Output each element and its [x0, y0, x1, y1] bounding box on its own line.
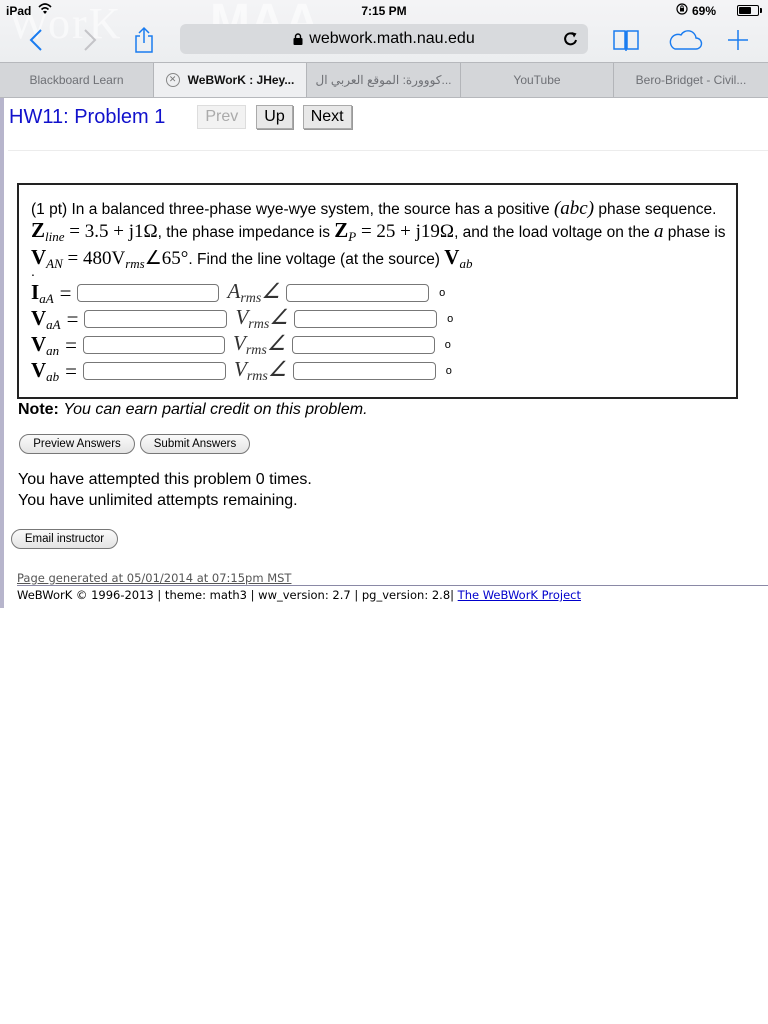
page-generated-timestamp: Page generated at 05/01/2014 at 07:15pm …	[17, 571, 292, 585]
angle-input-Van[interactable]	[291, 336, 435, 354]
answer-row-VaA: VaA = Vrms∠ o	[31, 305, 454, 332]
next-button[interactable]: Next	[302, 105, 352, 129]
partial-credit-note: Note: You can earn partial credit on thi…	[18, 401, 368, 418]
answer-row-IaA: IaA = Arms∠ o	[31, 279, 446, 306]
up-button[interactable]: Up	[256, 105, 293, 129]
answer-row-Vab: Vab = Vrms∠ o	[31, 357, 452, 384]
tab-label: Bero-Bridget - Civil...	[635, 73, 747, 87]
reload-icon	[564, 32, 577, 46]
angle-input-IaA[interactable]	[286, 284, 430, 302]
left-border	[0, 98, 4, 608]
email-instructor-button[interactable]: Email instructor	[11, 529, 118, 549]
phase-sequence: (abc)	[553, 198, 595, 219]
webwork-page: HW11: Problem 1 Prev Up Next (1 pt) In a…	[0, 98, 768, 610]
tab-label: Blackboard Learn	[29, 73, 124, 87]
share-icon	[135, 26, 153, 53]
attempts-info: You have attempted this problem 0 times.…	[18, 469, 312, 511]
attempts-count: You have attempted this problem 0 times.	[18, 471, 312, 488]
close-tab-icon[interactable]: ✕	[165, 73, 180, 87]
lock-icon	[293, 33, 303, 45]
divider	[8, 150, 768, 151]
degree-symbol: o	[445, 365, 452, 377]
forward-button[interactable]	[76, 26, 104, 54]
tab-kooora[interactable]: ...كووورة: الموقع العربي ال	[307, 63, 461, 97]
bookmarks-button[interactable]	[612, 26, 640, 54]
tab-label: YouTube	[513, 73, 561, 87]
magnitude-input-Vab[interactable]	[83, 362, 227, 380]
cloud-icon	[669, 30, 703, 50]
icloud-tabs-button[interactable]	[666, 26, 704, 54]
angle-input-VaA[interactable]	[294, 310, 438, 328]
tab-label: WeBWorK : JHey...	[187, 73, 295, 87]
back-button[interactable]	[22, 26, 50, 54]
footer-copyright: WeBWorK © 1996-2013 | theme: math3 | ww_…	[17, 588, 581, 602]
trailing-period: .	[31, 263, 35, 279]
url-text: webwork.math.nau.edu	[309, 30, 475, 47]
attempts-remaining: You have unlimited attempts remaining.	[18, 492, 298, 509]
answer-row-Van: Van = Vrms∠ o	[31, 331, 451, 358]
magnitude-input-Van[interactable]	[83, 336, 226, 354]
book-icon	[613, 30, 639, 51]
tab-blackboard-learn[interactable]: Blackboard Learn	[0, 63, 154, 97]
tab-webwork[interactable]: ✕ WeBWorK : JHey...	[154, 63, 307, 97]
chevron-right-icon	[84, 29, 97, 51]
battery-percent: 69%	[692, 4, 717, 18]
footer-divider	[17, 585, 768, 586]
chevron-left-icon	[29, 29, 42, 51]
tab-bar: Blackboard Learn ✕ WeBWorK : JHey... ...…	[0, 62, 768, 98]
share-button[interactable]	[130, 26, 158, 54]
line-impedance: = 3.5 + j1Ω	[64, 221, 158, 242]
degree-symbol: o	[447, 313, 454, 325]
degree-symbol: o	[439, 287, 446, 299]
load-voltage: = 480V	[62, 248, 126, 269]
address-bar[interactable]: webwork.math.nau.edu	[180, 24, 588, 54]
status-bar: iPad 7:15 PM 69%	[0, 0, 768, 22]
angle-input-Vab[interactable]	[292, 362, 436, 380]
plus-icon	[728, 30, 748, 50]
prev-button[interactable]: Prev	[197, 105, 247, 129]
problem-header: HW11: Problem 1 Prev Up Next	[9, 105, 362, 129]
submit-answers-button[interactable]: Submit Answers	[140, 434, 250, 454]
phase-impedance: = 25 + j19Ω	[356, 221, 455, 242]
clock: 7:15 PM	[361, 4, 407, 18]
battery-level	[739, 7, 751, 14]
preview-answers-button[interactable]: Preview Answers	[19, 434, 135, 454]
degree-symbol: o	[444, 339, 451, 351]
magnitude-input-IaA[interactable]	[77, 284, 220, 302]
problem-statement: (1 pt) In a balanced three-phase wye-wye…	[31, 198, 726, 271]
rotation-lock-icon	[676, 3, 688, 15]
page-title: HW11: Problem 1	[9, 105, 166, 128]
webwork-project-link[interactable]: The WeBWorK Project	[458, 588, 581, 602]
reload-button[interactable]	[560, 28, 582, 50]
tab-youtube[interactable]: YouTube	[461, 63, 614, 97]
browser-toolbar: WorK MAA iPad 7:15 PM 69%	[0, 0, 768, 62]
battery-icon	[737, 5, 762, 16]
tab-label: ...كووورة: الموقع العربي ال	[315, 73, 452, 87]
magnitude-input-VaA[interactable]	[84, 310, 228, 328]
new-tab-button[interactable]	[724, 26, 752, 54]
points: (1 pt)	[31, 201, 68, 218]
tab-bero-bridget[interactable]: Bero-Bridget - Civil...	[614, 63, 768, 97]
problem-box: (1 pt) In a balanced three-phase wye-wye…	[17, 183, 738, 399]
